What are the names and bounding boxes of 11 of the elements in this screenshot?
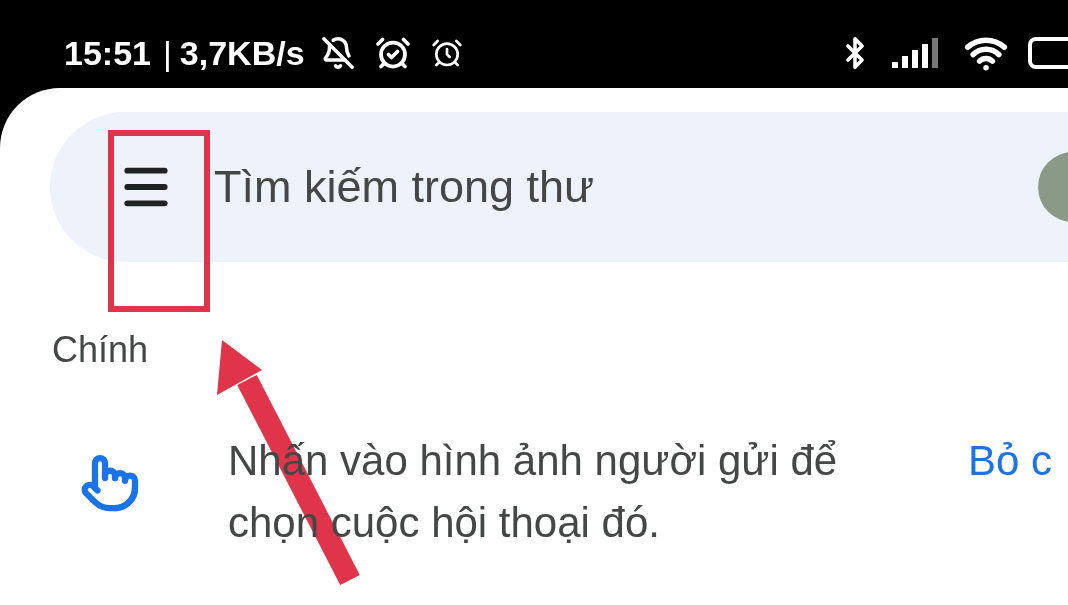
search-bar[interactable]: Tìm kiếm trong thư — [50, 112, 1068, 262]
alarm-clock-icon — [430, 37, 463, 69]
battery-icon — [1028, 37, 1068, 69]
network-speed: 3,7KB/s — [179, 32, 305, 74]
dismiss-link[interactable]: Bỏ c — [968, 430, 1053, 492]
section-label: Chính — [52, 332, 150, 368]
alarm-clock-icon — [374, 35, 411, 71]
bell-off-icon — [320, 36, 355, 70]
status-time: 15:51 — [64, 32, 151, 74]
search-placeholder: Tìm kiếm trong thư — [214, 160, 595, 215]
status-separator: | — [162, 32, 172, 74]
